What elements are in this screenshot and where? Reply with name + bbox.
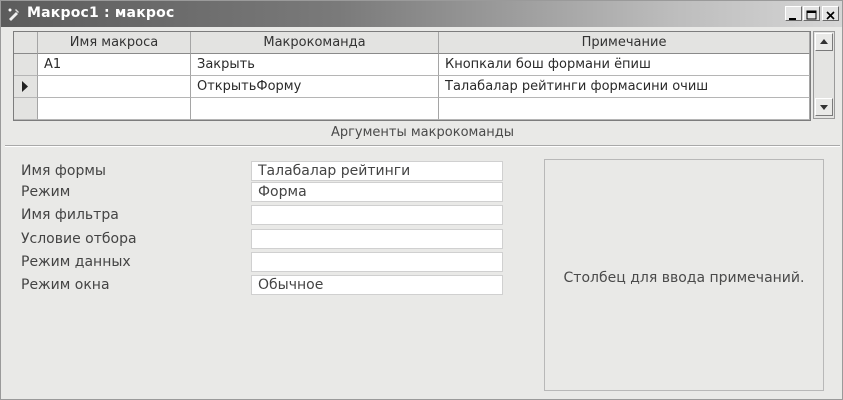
row-selector[interactable]: [14, 98, 38, 120]
maximize-icon: [806, 10, 817, 20]
grid-header: Имя макроса Макрокоманда Примечание: [14, 32, 810, 54]
arg-label-data-mode: Режим данных: [21, 254, 131, 270]
vertical-scrollbar[interactable]: [813, 31, 835, 119]
comment-cell[interactable]: Кнопкали бош формани ёпиш: [439, 54, 810, 76]
maximize-button[interactable]: [803, 6, 820, 21]
view-field[interactable]: Форма: [251, 182, 503, 202]
macro-name-cell[interactable]: [38, 76, 191, 98]
arg-label-window-mode: Режим окна: [21, 277, 110, 293]
arrow-down-icon: [820, 105, 828, 110]
minimize-icon: [789, 18, 796, 20]
macro-action-cell[interactable]: Закрыть: [191, 54, 439, 76]
window-title: Макрос1 : макрос: [27, 5, 175, 21]
close-button[interactable]: [822, 6, 839, 21]
row-selector-current[interactable]: [14, 76, 38, 98]
comment-cell[interactable]: [439, 98, 810, 120]
column-header-macro-name[interactable]: Имя макроса: [38, 32, 191, 54]
comment-cell[interactable]: Талабалар рейтинги формасини очиш: [439, 76, 810, 98]
form-name-field[interactable]: Талабалар рейтинги: [251, 161, 503, 181]
window-mode-field[interactable]: Обычное: [251, 275, 503, 295]
table-row-new[interactable]: [14, 98, 810, 120]
macro-action-cell[interactable]: ОткрытьФорму: [191, 76, 439, 98]
minimize-button[interactable]: [785, 6, 802, 21]
arg-label-view: Режим: [21, 184, 71, 200]
table-row-current[interactable]: ОткрытьФорму Талабалар рейтинги формасин…: [14, 76, 810, 98]
macro-icon: [8, 8, 19, 21]
column-header-comment[interactable]: Примечание: [439, 32, 810, 54]
close-icon: [826, 11, 835, 20]
macro-name-cell[interactable]: А1: [38, 54, 191, 76]
table-row[interactable]: А1 Закрыть Кнопкали бош формани ёпиш: [14, 54, 810, 76]
scroll-up-button[interactable]: [815, 33, 833, 51]
macro-name-cell[interactable]: [38, 98, 191, 120]
where-condition-field[interactable]: [251, 229, 503, 249]
column-header-macro-action[interactable]: Макрокоманда: [191, 32, 439, 54]
scroll-down-button[interactable]: [815, 98, 833, 116]
help-hint-text: Столбец для ввода примечаний.: [563, 270, 805, 286]
help-hint-panel: Столбец для ввода примечаний.: [544, 159, 824, 391]
row-selector[interactable]: [14, 54, 38, 76]
arg-label-form-name: Имя формы: [21, 163, 106, 179]
arg-label-where-condition: Условие отбора: [21, 231, 137, 247]
arrow-up-icon: [820, 39, 828, 44]
macro-grid: Имя макроса Макрокоманда Примечание А1 З…: [13, 31, 811, 121]
title-bar[interactable]: Макрос1 : макрос: [1, 1, 842, 27]
header-selector-corner[interactable]: [14, 32, 38, 54]
arguments-title: Аргументы макрокоманды: [330, 125, 515, 140]
current-row-arrow-icon: [22, 81, 28, 92]
filter-name-field[interactable]: [251, 205, 503, 225]
macro-action-cell[interactable]: [191, 98, 439, 120]
arg-label-filter-name: Имя фильтра: [21, 207, 119, 223]
macro-window: Макрос1 : макрос Имя макроса Макрокоманд…: [0, 0, 843, 400]
data-mode-field[interactable]: [251, 252, 503, 272]
section-divider: [5, 145, 840, 147]
